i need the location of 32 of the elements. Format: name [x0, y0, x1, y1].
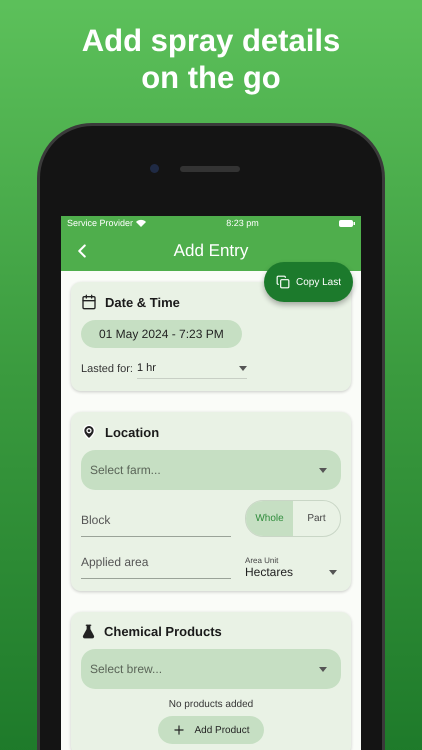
clock-text: 8:23 pm — [226, 218, 259, 228]
location-pin-icon — [81, 424, 97, 440]
dropdown-arrow-icon — [238, 366, 247, 370]
copy-last-button[interactable]: Copy Last — [264, 262, 353, 302]
section-title: Chemical Products — [104, 624, 222, 639]
screen-title: Add Entry — [174, 240, 248, 260]
block-field[interactable]: Block — [81, 503, 231, 537]
date-chip[interactable]: 01 May 2024 - 7:23 PM — [81, 320, 242, 348]
copy-icon — [276, 275, 290, 289]
brew-dropdown[interactable]: Select brew... — [81, 649, 341, 689]
dropdown-arrow-icon — [319, 468, 327, 472]
speaker-icon — [180, 166, 240, 172]
add-product-button[interactable]: Add Product — [158, 716, 264, 744]
plus-icon — [172, 723, 186, 737]
farm-dropdown[interactable]: Select farm... — [81, 450, 341, 490]
headline: Add spray details on the go — [80, 22, 342, 96]
dropdown-arrow-icon — [329, 570, 337, 574]
lasted-label: Lasted for: — [81, 362, 133, 374]
calendar-icon — [81, 294, 97, 310]
dropdown-arrow-icon — [319, 666, 327, 672]
flask-icon — [81, 624, 96, 639]
carrier-text: Service Provider — [67, 218, 146, 228]
wifi-icon — [136, 219, 146, 227]
section-title: Date & Time — [105, 294, 180, 310]
camera-icon — [150, 164, 159, 173]
toggle-option[interactable]: Part — [293, 501, 340, 536]
applied-area-field[interactable]: Applied area — [81, 545, 231, 579]
duration-dropdown[interactable]: 1 hr — [136, 358, 247, 379]
section-title: Location — [105, 424, 160, 440]
area-unit-dropdown[interactable]: Area Unit Hectares — [245, 556, 341, 579]
empty-message: No products added — [168, 699, 254, 710]
battery-icon — [339, 220, 355, 226]
